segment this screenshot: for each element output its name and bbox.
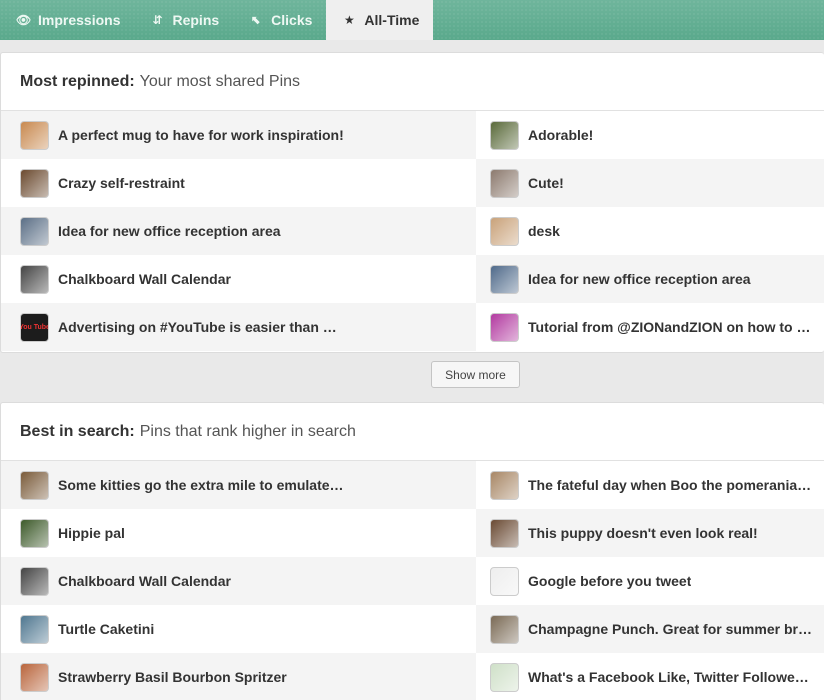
best-in-search-header: Best in search: Pins that rank higher in… [1,403,824,461]
pin-row[interactable]: You Tube Advertising on #YouTube is easie… [1,303,476,351]
pin-title: The fateful day when Boo the pomerania… [528,477,812,493]
pin-thumbnail [490,566,519,596]
pin-row[interactable]: Google before you tweet [476,557,824,605]
pin-title: Champagne Punch. Great for summer br… [528,621,812,637]
pin-row[interactable]: Chalkboard Wall Calendar [1,557,476,605]
best-in-search-list: Some kitties go the extra mile to emulat… [1,461,824,700]
pin-title: Hippie pal [58,525,125,541]
pin-thumbnail [20,216,49,246]
pin-title: Advertising on #YouTube is easier than … [58,319,337,335]
pin-row[interactable]: Chalkboard Wall Calendar [1,255,476,303]
pin-thumbnail [20,662,49,692]
pin-title: Idea for new office reception area [528,271,751,287]
pin-thumbnail [490,662,519,692]
pin-row[interactable]: Strawberry Basil Bourbon Spritzer [1,653,476,700]
best-in-search-card: Best in search: Pins that rank higher in… [0,402,824,700]
pin-title: Chalkboard Wall Calendar [58,573,231,589]
pin-row[interactable]: Adorable! [476,111,824,159]
pin-row[interactable]: Hippie pal [1,509,476,557]
pin-thumbnail [20,120,49,150]
pin-title: Turtle Caketini [58,621,155,637]
tab-impressions[interactable]: 👁 Impressions [0,0,134,40]
pin-title: desk [528,223,560,239]
repin-icon: ⇵ [152,13,163,27]
pin-row[interactable]: Champagne Punch. Great for summer br… [476,605,824,653]
pin-thumbnail [490,168,519,198]
pin-title: This puppy doesn't even look real! [528,525,758,541]
tab-clicks[interactable]: ⬉ Clicks [233,0,326,40]
pin-row[interactable]: Some kitties go the extra mile to emulat… [1,461,476,509]
star-icon: ★ [344,13,355,27]
best-in-search-subtitle: Pins that rank higher in search [139,422,356,440]
show-more-button[interactable]: Show more [431,361,520,388]
most-repinned-title: Most repinned: [20,72,135,90]
pin-title: Cute! [528,175,564,191]
pin-row[interactable]: What's a Facebook Like, Twitter Followe… [476,653,824,700]
pin-title: Some kitties go the extra mile to emulat… [58,477,344,493]
pin-row[interactable]: Turtle Caketini [1,605,476,653]
pin-title: Chalkboard Wall Calendar [58,271,231,287]
tab-all-time-label: All-Time [364,12,420,28]
pin-thumbnail [490,614,519,644]
pin-title: What's a Facebook Like, Twitter Followe… [528,669,809,685]
pin-row[interactable]: The fateful day when Boo the pomerania… [476,461,824,509]
stats-tab-bar: 👁 Impressions ⇵ Repins ⬉ Clicks ★ All-Ti… [0,0,824,40]
pin-row[interactable]: Tutorial from @ZIONandZION on how to … [476,303,824,351]
pin-row[interactable]: Cute! [476,159,824,207]
pin-thumbnail [20,518,49,548]
pin-thumbnail [490,312,519,342]
pin-title: A perfect mug to have for work inspirati… [58,127,344,143]
pin-title: Idea for new office reception area [58,223,281,239]
pin-thumbnail [20,168,49,198]
pin-thumbnail [20,470,49,500]
pin-row[interactable]: desk [476,207,824,255]
pin-thumbnail [490,518,519,548]
tab-clicks-label: Clicks [271,12,313,28]
pin-row[interactable]: Idea for new office reception area [476,255,824,303]
most-repinned-subtitle: Your most shared Pins [139,72,301,90]
pin-thumbnail [20,566,49,596]
pin-title: Tutorial from @ZIONandZION on how to … [528,319,811,335]
most-repinned-list: A perfect mug to have for work inspirati… [1,111,824,351]
pin-title: Strawberry Basil Bourbon Spritzer [58,669,287,685]
pin-thumbnail: You Tube [20,312,49,342]
pin-row[interactable]: Idea for new office reception area [1,207,476,255]
most-repinned-header: Most repinned: Your most shared Pins [1,53,824,111]
pin-row[interactable]: A perfect mug to have for work inspirati… [1,111,476,159]
pin-thumbnail [490,264,519,294]
tab-impressions-label: Impressions [38,12,121,28]
pin-title: Google before you tweet [528,573,692,589]
cursor-icon: ⬉ [251,13,262,27]
best-in-search-title: Best in search: [20,422,135,440]
pin-thumbnail [490,216,519,246]
pin-title: Adorable! [528,127,594,143]
pin-row[interactable]: Crazy self-restraint [1,159,476,207]
pin-thumbnail [20,264,49,294]
pin-thumbnail [490,470,519,500]
tab-all-time[interactable]: ★ All-Time [326,0,434,40]
most-repinned-card: Most repinned: Your most shared Pins A p… [0,52,824,353]
pin-row[interactable]: This puppy doesn't even look real! [476,509,824,557]
pin-title: Crazy self-restraint [58,175,185,191]
pin-thumbnail [20,614,49,644]
eye-icon: 👁 [16,13,32,27]
tab-repins-label: Repins [172,12,220,28]
pin-thumbnail [490,120,519,150]
tab-repins[interactable]: ⇵ Repins [134,0,233,40]
